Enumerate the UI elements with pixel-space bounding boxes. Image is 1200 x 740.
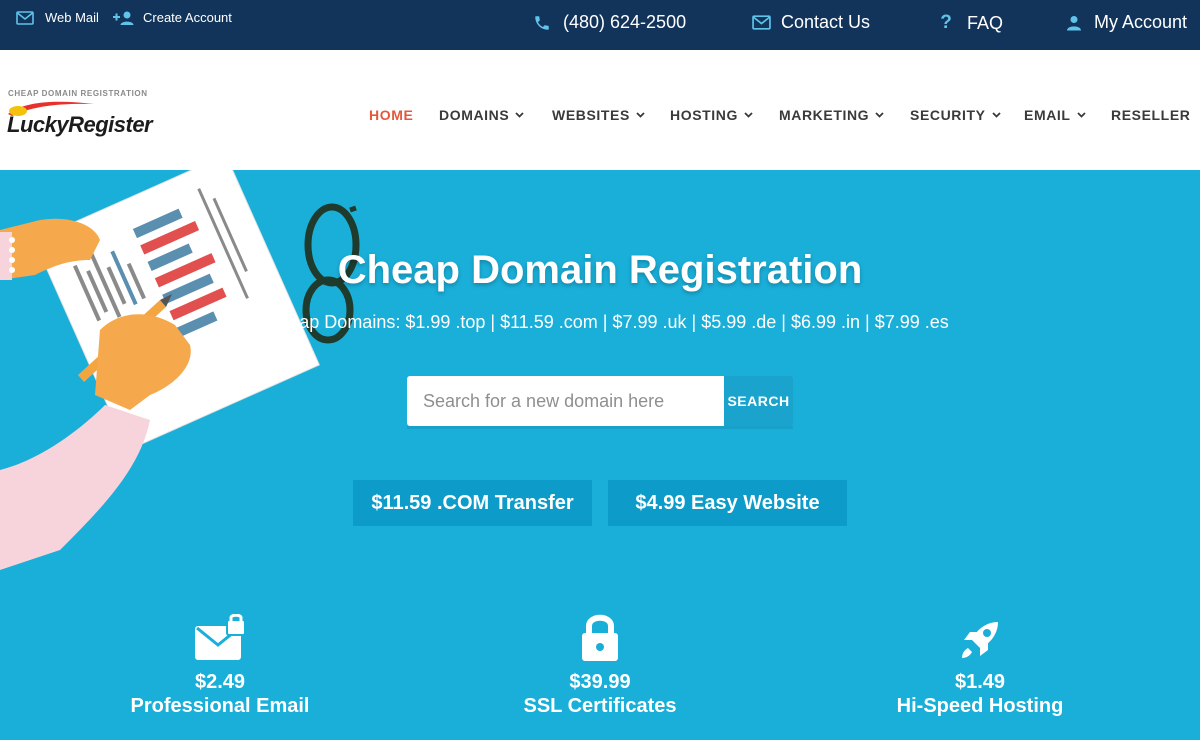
site-header: CHEAP DOMAIN REGISTRATION LuckyRegister … [0, 50, 1200, 170]
my-account-label: My Account [1094, 12, 1188, 32]
webmail-label: Web Mail [45, 10, 99, 25]
nav-security-label: SECURITY [910, 107, 986, 123]
top-utility-bar: Web Mail Create Account (480) 624-2500 C… [0, 0, 1200, 50]
nav-marketing-label: MARKETING [779, 107, 870, 123]
chevron-down-icon [875, 112, 884, 118]
com-transfer-button[interactable]: $11.59 .COM Transfer [353, 480, 592, 526]
hero-section: Cheap Domain Registration # Cheap Domain… [0, 170, 1200, 740]
feature-price: $39.99 [569, 671, 631, 693]
nav-hosting[interactable]: HOSTING [670, 107, 753, 123]
hero-title: Cheap Domain Registration [337, 248, 863, 292]
feature-label: Hi-Speed Hosting [896, 695, 1064, 717]
nav-websites[interactable]: WEBSITES [552, 107, 645, 123]
feature-price: $1.49 [954, 671, 1006, 693]
nav-email[interactable]: EMAIL [1024, 107, 1086, 123]
nav-reseller[interactable]: RESELLER [1111, 107, 1190, 123]
feature-ssl-certificates[interactable]: $39.99 SSL Certificates [460, 610, 740, 718]
feature-label: SSL Certificates [523, 695, 677, 717]
add-user-icon [113, 11, 134, 25]
logo-tagline: CHEAP DOMAIN REGISTRATION [8, 89, 148, 98]
nav-home[interactable]: HOME [369, 107, 413, 123]
domain-search-input[interactable] [407, 376, 724, 426]
main-navigation: HOME DOMAINS WEBSITES HOSTING MARKETING … [0, 107, 1200, 127]
mail-icon [752, 15, 771, 30]
webmail-link[interactable]: Web Mail [16, 10, 99, 25]
chevron-down-icon [1076, 112, 1086, 118]
easy-website-button[interactable]: $4.99 Easy Website [608, 480, 847, 526]
mail-icon [16, 10, 34, 25]
chevron-down-icon [991, 112, 1001, 118]
nav-websites-label: WEBSITES [552, 107, 630, 123]
phone-link[interactable]: (480) 624-2500 [533, 12, 686, 33]
nav-domains-label: DOMAINS [439, 107, 510, 123]
chevron-down-icon [636, 112, 645, 118]
hero-subtitle: # Cheap Domains: $1.99 .top | $11.59 .co… [251, 312, 949, 332]
nav-hosting-label: HOSTING [670, 107, 738, 123]
lock-icon [582, 614, 618, 661]
chevron-down-icon [515, 112, 524, 118]
domain-search-form: SEARCH [407, 376, 793, 426]
feature-price: $2.49 [194, 671, 246, 693]
my-account-link[interactable]: My Account [1066, 12, 1187, 33]
hero-illustration [0, 170, 360, 570]
create-account-link[interactable]: Create Account [113, 10, 232, 25]
phone-number: (480) 624-2500 [563, 12, 687, 32]
contact-us-link[interactable]: Contact Us [752, 12, 870, 33]
nav-marketing[interactable]: MARKETING [779, 107, 884, 123]
email-lock-icon [195, 614, 246, 660]
nav-reseller-label: RESELLER [1111, 107, 1191, 123]
faq-label: FAQ [967, 12, 1004, 33]
nav-email-label: EMAIL [1024, 107, 1071, 123]
user-icon [1067, 15, 1081, 30]
feature-professional-email[interactable]: $2.49 Professional Email [80, 610, 360, 718]
contact-us-label: Contact Us [781, 12, 871, 32]
rocket-icon [962, 622, 998, 658]
create-account-label: Create Account [143, 10, 232, 25]
chevron-down-icon [744, 112, 753, 118]
nav-domains[interactable]: DOMAINS [439, 107, 524, 123]
phone-icon [535, 15, 549, 30]
feature-label: Professional Email [130, 695, 310, 717]
feature-hi-speed-hosting[interactable]: $1.49 Hi-Speed Hosting [840, 610, 1120, 718]
question-icon: ? [940, 12, 952, 33]
nav-home-label: HOME [369, 107, 414, 123]
faq-link[interactable]: ? FAQ [940, 12, 1003, 34]
search-button[interactable]: SEARCH [724, 376, 793, 426]
nav-security[interactable]: SECURITY [910, 107, 1001, 123]
